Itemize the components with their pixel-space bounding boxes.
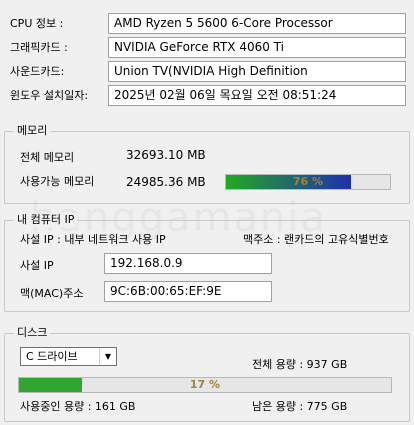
memory-usage-bar: 76 % [225, 174, 391, 190]
disk-group-title: 디스크 [14, 326, 51, 340]
cpu-field: AMD Ryzen 5 5600 6-Core Processor [108, 13, 406, 34]
total-memory-label: 전체 메모리 [20, 151, 75, 164]
mac-address-label: 맥(MAC)주소 [20, 287, 84, 300]
memory-group-title: 메모리 [14, 124, 51, 138]
private-ip-field[interactable]: 192.168.0.9 [104, 253, 272, 274]
disk-used-capacity: 사용중인 용량 : 161 GB [20, 400, 136, 413]
private-ip-label: 사설 IP [20, 259, 54, 272]
disk-free-capacity: 남은 용량 : 775 GB [252, 400, 348, 413]
available-memory-label: 사용가능 메모리 [20, 175, 95, 188]
drive-select[interactable]: C 드라이브 ▼ [20, 347, 117, 366]
disk-total-capacity: 전체 용량 : 937 GB [252, 358, 348, 371]
private-ip-description: 사설 IP : 내부 네트워크 사용 IP [20, 233, 166, 246]
mac-description: 맥주소 : 랜카드의 고유식별번호 [243, 233, 389, 246]
gpu-label: 그래픽카드 : [10, 41, 68, 54]
disk-usage-percent: 17 % [189, 378, 221, 391]
gpu-field: NVIDIA GeForce RTX 4060 Ti [108, 37, 406, 58]
memory-usage-percent: 76 % [292, 175, 324, 188]
memory-group [4, 131, 410, 204]
network-group-title: 내 컴퓨터 IP [14, 213, 78, 227]
cpu-label: CPU 정보 : [10, 17, 64, 30]
mac-address-field[interactable]: 9C:6B:00:65:EF:9E [104, 281, 272, 302]
drive-select-value: C 드라이브 [26, 350, 78, 363]
available-memory-value: 24985.36 MB [126, 175, 206, 189]
disk-usage-bar: 17 % [18, 377, 392, 393]
install-date-field: 2025년 02월 06일 목요일 오전 08:51:24 [108, 85, 406, 106]
sound-field: Union TV(NVIDIA High Definition [108, 61, 406, 82]
sound-label: 사운드카드: [10, 65, 65, 78]
chevron-down-icon: ▼ [99, 348, 116, 365]
install-date-label: 윈도우 설치일자: [10, 89, 89, 102]
total-memory-value: 32693.10 MB [126, 148, 206, 162]
